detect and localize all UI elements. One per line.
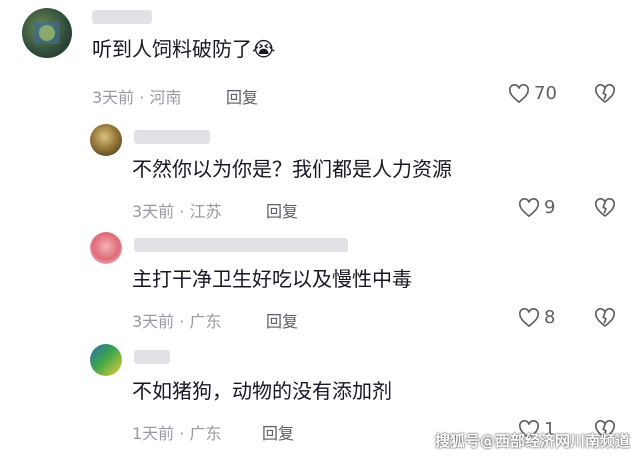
comment-meta: 3天前 · 江苏 [132, 202, 222, 221]
reply-comment-item: 主打干净卫生好吃以及慢性中毒 3天前 · 广东 回复 8 [0, 222, 640, 334]
dislike-button[interactable] [594, 198, 616, 218]
like-count: 70 [534, 83, 557, 104]
heart-icon [519, 307, 539, 327]
heart-icon [519, 197, 539, 217]
like-count: 9 [544, 197, 556, 218]
comment-text: 不如猪狗，动物的没有添加剂 [132, 379, 392, 403]
reply-button[interactable]: 回复 [266, 308, 298, 332]
avatar[interactable] [90, 124, 122, 156]
like-button[interactable]: 8 [518, 307, 555, 328]
broken-heart-icon [595, 308, 615, 327]
username-blurred[interactable] [134, 350, 170, 364]
reply-comment-item: 不然你以为你是？我们都是人力资源 3天前 · 江苏 回复 9 [0, 112, 640, 222]
heart-icon [509, 83, 529, 103]
comment-text: 主打干净卫生好吃以及慢性中毒 [132, 267, 412, 291]
reply-button[interactable]: 回复 [266, 198, 298, 222]
comment-meta: 3天前 · 广东 [132, 312, 222, 331]
broken-heart-icon [595, 84, 615, 103]
watermark: 搜狐号@西部经济网川南频道 [434, 432, 630, 450]
username-blurred[interactable] [134, 238, 348, 252]
reply-button[interactable]: 回复 [226, 84, 258, 108]
avatar-image-icon [34, 22, 60, 44]
crying-emoji-icon: 😭 [252, 37, 276, 61]
reply-button[interactable]: 回复 [262, 420, 294, 444]
comment-text: 听到人饲料破防了😭 [92, 37, 276, 61]
broken-heart-icon [595, 198, 615, 217]
like-button[interactable]: 9 [518, 197, 555, 218]
avatar[interactable] [90, 344, 122, 376]
like-count: 8 [544, 307, 556, 328]
dislike-button[interactable] [594, 308, 616, 328]
username-blurred[interactable] [92, 10, 152, 24]
avatar[interactable] [22, 8, 72, 58]
username-blurred[interactable] [134, 130, 210, 144]
comment-meta: 3天前 · 河南 [92, 88, 182, 107]
comment-item: 听到人饲料破防了😭 3天前 · 河南 回复 70 [0, 0, 640, 112]
avatar[interactable] [90, 232, 122, 264]
comment-meta: 1天前 · 广东 [132, 424, 222, 443]
dislike-button[interactable] [594, 84, 616, 104]
comment-text: 不然你以为你是？我们都是人力资源 [132, 157, 452, 181]
like-button[interactable]: 70 [508, 83, 557, 104]
